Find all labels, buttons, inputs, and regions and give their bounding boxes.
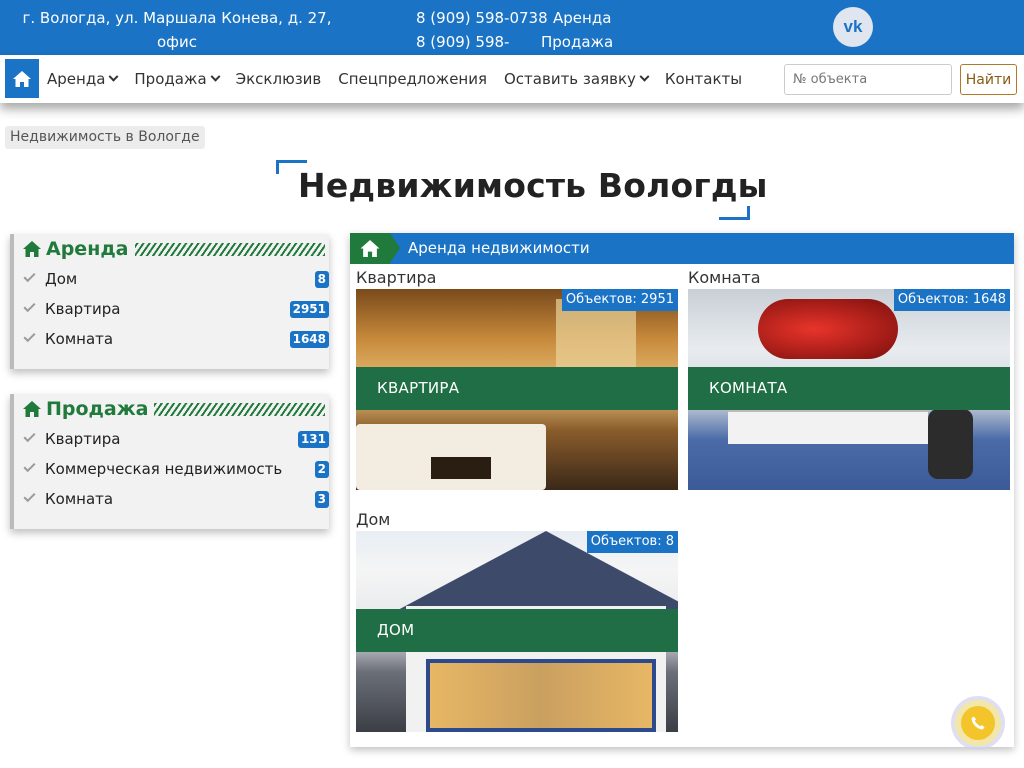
nav-sale-label: Продажа [134,70,207,88]
home-button[interactable] [5,59,39,98]
check-icon [23,330,36,343]
nav-special-offers[interactable]: Спецпредложения [338,70,487,88]
stripes-decoration [154,402,325,416]
sidebar-sale-title: Продажа [46,398,149,420]
phone-icon [961,706,995,740]
panel-home-button[interactable] [350,233,390,264]
title-corner-decoration [719,206,750,220]
object-number-input[interactable] [784,64,952,95]
breadcrumb[interactable]: Недвижимость в Вологде [5,126,205,149]
count-badge: 2951 [289,301,329,318]
category-card-house[interactable]: Дом Объектов: 8 ДОМ [356,509,678,732]
phone-rent[interactable]: 8 (909) 598-0738 [416,6,553,30]
nav-leave-request[interactable]: Оставить заявку [504,70,650,88]
nav-contacts-label: Контакты [664,70,743,88]
home-icon [360,240,380,257]
objects-count-badge: Объектов: 1648 [893,289,1010,311]
check-icon [23,460,36,473]
panel-header-label: Аренда недвижимости [408,239,590,257]
stripes-decoration [134,242,325,256]
card-caption[interactable]: Квартира [356,267,678,289]
apartment-photo[interactable]: Объектов: 2951 КВАРТИРА [356,289,678,490]
category-card-apartment[interactable]: Квартира Объектов: 2951 КВАРТИРА [356,267,678,490]
check-icon [23,300,36,313]
sidebar-item-label: Квартира [45,300,121,318]
address-line-1: г. Вологда, ул. Маршала Конева, д. 27, о… [22,9,332,51]
objects-count-badge: Объектов: 2951 [561,289,678,311]
nav-special-offers-label: Спецпредложения [338,70,487,88]
objects-count-badge: Объектов: 8 [586,531,678,553]
sidebar-sale-item-room[interactable]: Комната 3 [14,484,329,514]
find-button[interactable]: Найти [960,64,1017,95]
nav-sale[interactable]: Продажа [134,70,221,88]
chevron-down-icon [108,71,119,82]
room-photo[interactable]: Объектов: 1648 КОМНАТА [688,289,1010,490]
nav-exclusive[interactable]: Эксклюзив [236,70,322,88]
page-title-block: Недвижимость Вологды [276,160,768,220]
nav-rent[interactable]: Аренда [47,70,119,88]
card-caption[interactable]: Комната [688,267,1010,289]
chevron-down-icon [210,71,221,82]
sidebar-item-label: Комната [45,330,114,348]
card-band-label: КВАРТИРА [356,367,678,410]
breadcrumb-arrow [390,233,400,263]
page-title: Недвижимость Вологды [298,166,768,205]
card-caption[interactable]: Дом [356,509,678,531]
vk-icon[interactable]: vk [833,7,873,47]
card-band-label: КОМНАТА [688,367,1010,410]
main-navbar: Аренда Продажа Эксклюзив Спецпредложения… [0,55,1024,103]
nav-leave-request-label: Оставить заявку [504,70,636,88]
sidebar-sale-item-commercial[interactable]: Коммерческая недвижимость 2 [14,454,329,484]
home-icon [23,401,41,417]
sidebar-item-label: Дом [45,270,78,288]
nav-contacts[interactable]: Контакты [665,70,742,88]
check-icon [23,270,36,283]
top-contact-bar: г. Вологда, ул. Маршала Конева, д. 27, о… [0,0,1024,75]
check-icon [23,430,36,443]
sidebar-rent-header[interactable]: Аренда [14,234,329,264]
phone-rent-label: Аренда [553,9,612,27]
sidebar-rent-item-apartment[interactable]: Квартира 2951 [14,294,329,324]
nav-rent-label: Аренда [47,70,106,88]
category-card-room[interactable]: Комната Объектов: 1648 КОМНАТА [688,267,1010,490]
house-photo[interactable]: Объектов: 8 ДОМ [356,531,678,732]
nav-exclusive-label: Эксклюзив [235,70,322,88]
sidebar-item-label: Квартира [45,430,121,448]
check-icon [23,490,36,503]
card-band-label: ДОМ [356,609,678,652]
chevron-down-icon [639,71,650,82]
home-icon [13,70,31,87]
sidebar-sale-item-apartment[interactable]: Квартира 131 [14,424,329,454]
home-icon [23,241,41,257]
sidebar-sale-card: Продажа Квартира 131 Коммерческая недвижи… [10,394,329,529]
count-badge: 1648 [289,331,329,348]
count-badge: 2 [314,461,329,478]
count-badge: 8 [314,271,329,288]
callback-button[interactable] [955,700,1001,746]
sidebar-rent-card: Аренда Дом 8 Квартира 2951 Комната 1648 [10,234,329,369]
count-badge: 3 [314,491,329,508]
sidebar-sale-header[interactable]: Продажа [14,394,329,424]
panel-header: Аренда недвижимости [350,233,1014,264]
sidebar-rent-item-house[interactable]: Дом 8 [14,264,329,294]
sidebar-item-label: Комната [45,490,114,508]
count-badge: 131 [297,431,329,448]
sidebar-item-label: Коммерческая недвижимость [45,460,283,478]
sidebar-rent-title: Аренда [46,238,129,260]
sidebar-rent-item-room[interactable]: Комната 1648 [14,324,329,354]
rent-category-panel: Аренда недвижимости Квартира Объектов: 2… [350,233,1014,747]
